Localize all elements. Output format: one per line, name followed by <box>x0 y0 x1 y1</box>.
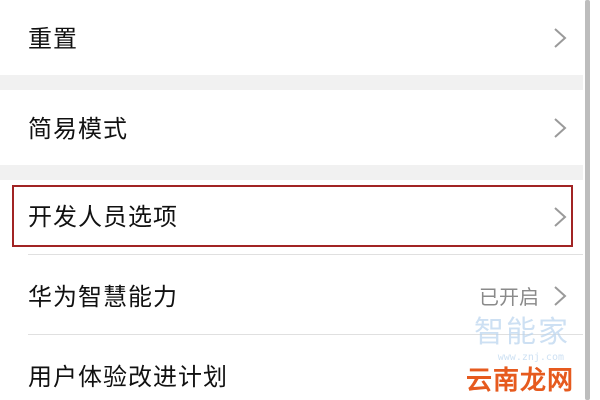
settings-item-developer-options[interactable]: 开发人员选项 <box>0 180 583 254</box>
settings-item-label: 华为智慧能力 <box>28 283 178 311</box>
settings-screen: 重置 简易模式 开发人员选项 华为智慧能力 已开启 用户体验改进计划 智能家 w… <box>0 0 600 400</box>
settings-item-label: 重置 <box>28 25 78 53</box>
settings-item-reset[interactable]: 重置 <box>0 0 583 75</box>
chevron-right-icon <box>554 286 567 306</box>
chevron-right-icon <box>554 207 567 227</box>
section-gap <box>0 165 583 180</box>
section-gap <box>0 75 583 90</box>
settings-item-huawei-ai[interactable]: 华为智慧能力 已开启 <box>0 255 583 334</box>
settings-item-label: 开发人员选项 <box>28 203 178 231</box>
settings-item-label: 简易模式 <box>28 115 128 143</box>
settings-item-simple-mode[interactable]: 简易模式 <box>0 90 583 165</box>
settings-item-ux-improvement[interactable]: 用户体验改进计划 <box>0 335 583 400</box>
chevron-right-icon <box>554 28 567 48</box>
scrollbar[interactable] <box>585 0 590 400</box>
status-text: 已开启 <box>479 285 539 309</box>
chevron-right-icon <box>554 118 567 138</box>
settings-item-label: 用户体验改进计划 <box>28 363 228 391</box>
